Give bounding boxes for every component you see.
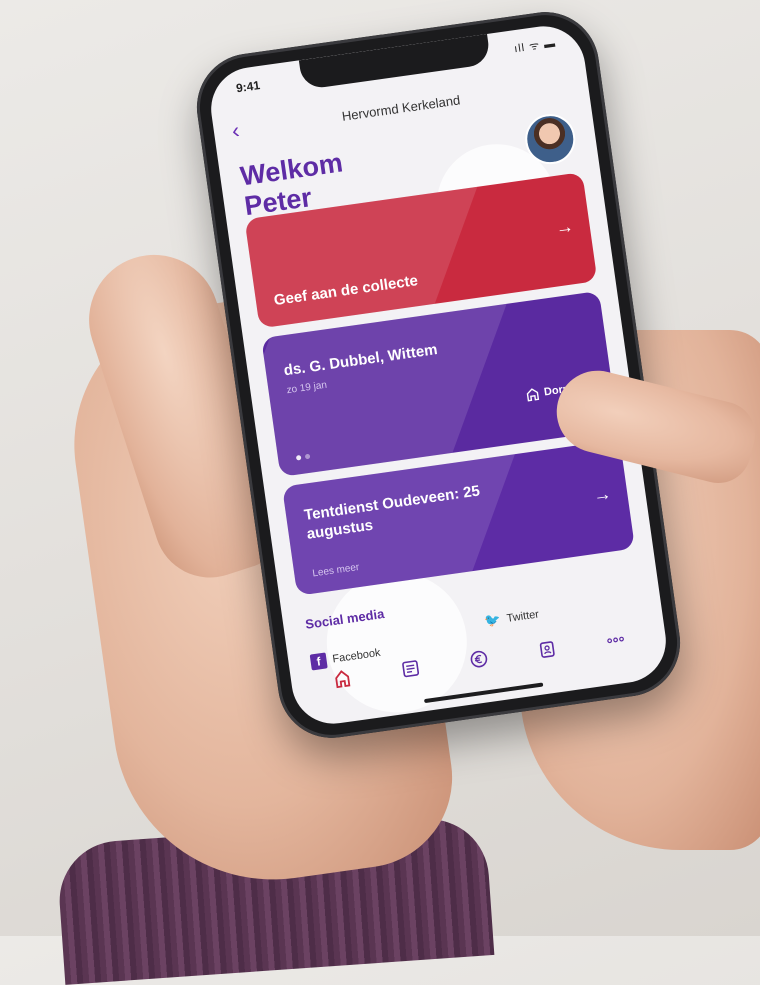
status-time: 9:41 (235, 78, 261, 96)
church-icon[interactable] (327, 664, 356, 693)
status-icons: ıll ᯤ ▬ (513, 37, 557, 56)
news-icon[interactable] (395, 654, 424, 683)
twitter-label: Twitter (505, 608, 540, 625)
arrow-right-icon: → (591, 483, 613, 506)
twitter-icon: 🐦 (483, 611, 502, 629)
contacts-icon[interactable] (532, 635, 561, 664)
arrow-right-icon: → (554, 215, 575, 239)
church-icon (526, 388, 539, 402)
more-icon[interactable] (600, 625, 629, 654)
photo-scene: 9:41 ıll ᯤ ▬ ‹ Hervormd Kerkeland Welkom… (0, 0, 760, 985)
euro-icon[interactable] (464, 645, 493, 674)
notch (298, 33, 491, 91)
twitter-link[interactable]: 🐦 Twitter (484, 606, 540, 629)
